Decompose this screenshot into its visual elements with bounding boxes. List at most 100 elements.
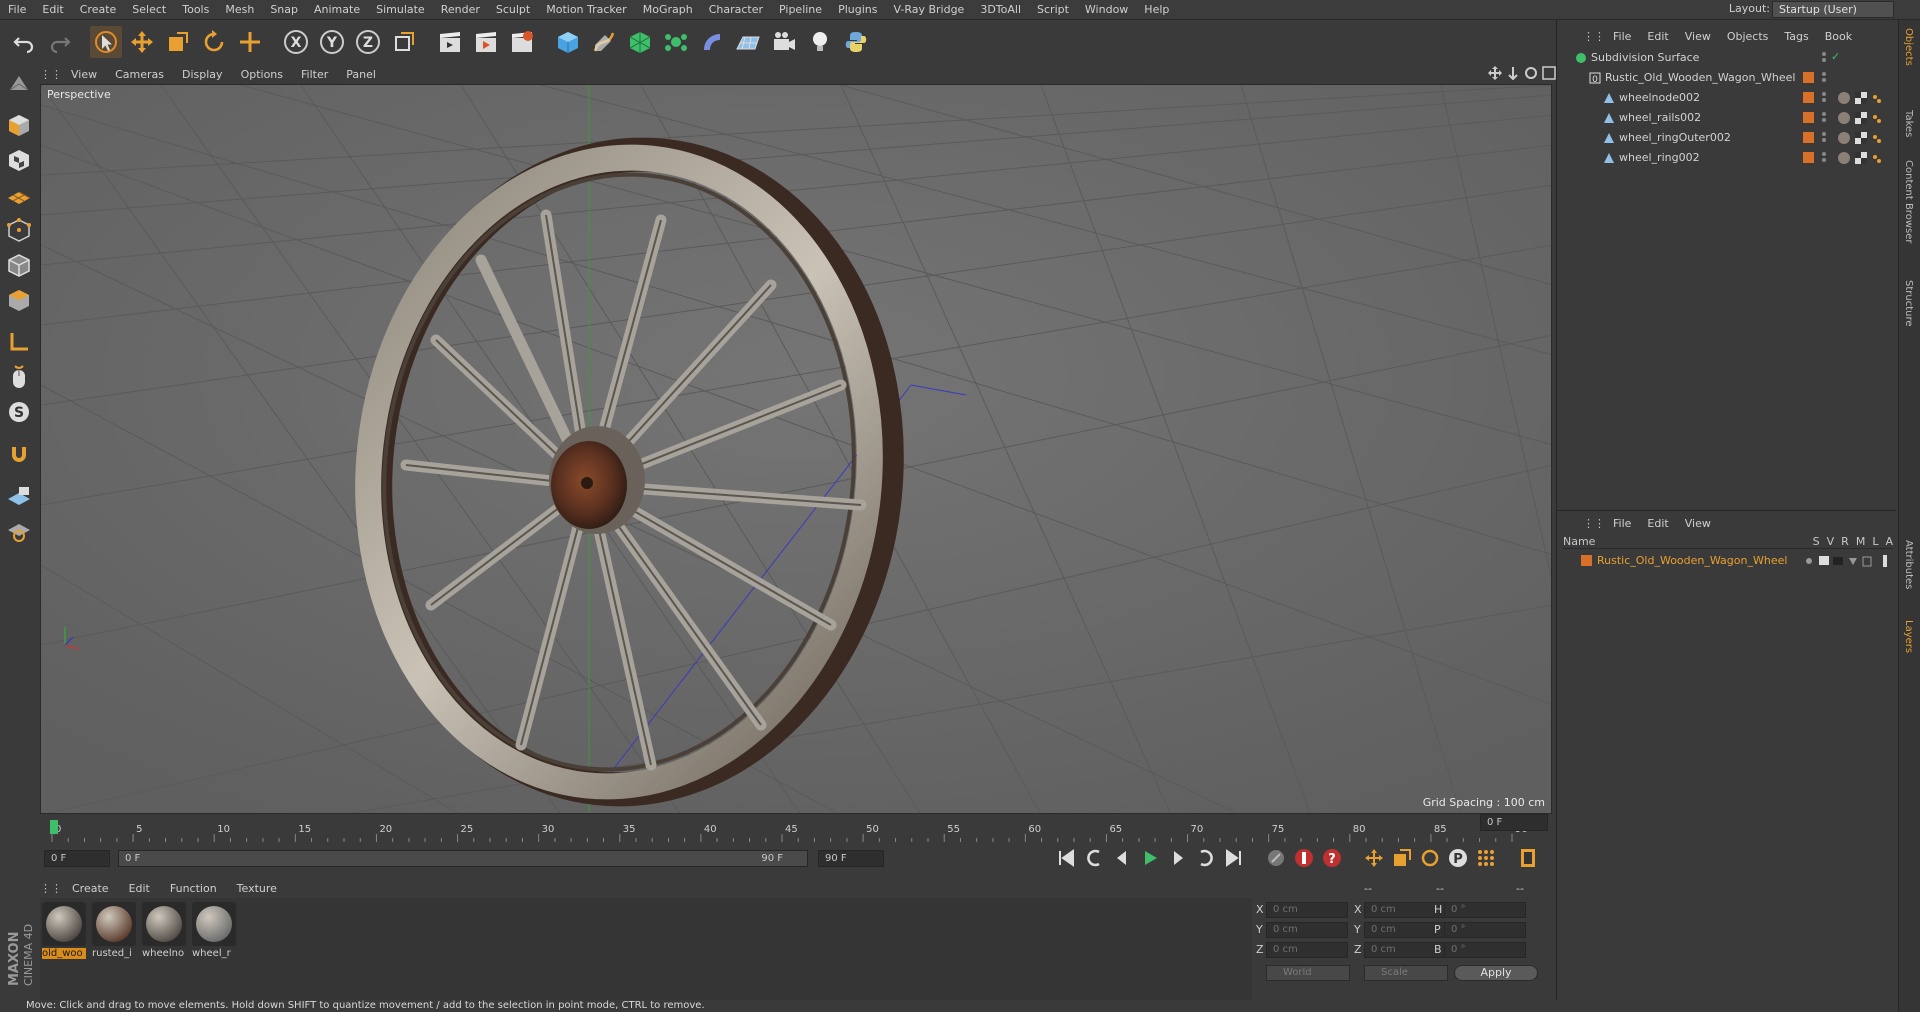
lock-workplane-button[interactable]	[3, 480, 35, 512]
add-generator-button[interactable]	[624, 26, 656, 58]
menu-item-render[interactable]: Render	[433, 3, 488, 16]
viewport-menu-view[interactable]: View	[62, 68, 106, 81]
key-parameter-icon[interactable]: P	[1447, 847, 1469, 869]
layer-color-swatch[interactable]	[1803, 152, 1814, 163]
menu-item-animate[interactable]: Animate	[306, 3, 368, 16]
menu-item-edit[interactable]: Edit	[34, 3, 71, 16]
material-swatch[interactable]: wheelno	[142, 902, 186, 959]
object-menu-edit[interactable]: Edit	[1639, 30, 1676, 43]
current-frame-field[interactable]: 0 F	[44, 850, 110, 867]
object-row[interactable]: Subdivision Surface ✓	[1557, 48, 1897, 68]
pan-icon[interactable]	[1488, 66, 1502, 80]
next-key-icon[interactable]	[1195, 847, 1217, 869]
points-mode-button[interactable]	[3, 214, 35, 246]
menu-item-snap[interactable]: Snap	[262, 3, 306, 16]
object-menu-view[interactable]: View	[1677, 30, 1719, 43]
select-tool-button[interactable]	[90, 26, 122, 58]
viewport-camera-label[interactable]: Perspective	[47, 88, 111, 101]
zoom-icon[interactable]	[1506, 66, 1520, 80]
menu-item-mesh[interactable]: Mesh	[217, 3, 262, 16]
add-floor-button[interactable]	[732, 26, 764, 58]
layout-select[interactable]: Startup (User)	[1772, 1, 1894, 18]
viewport-menu-options[interactable]: Options	[232, 68, 292, 81]
key-position-icon[interactable]	[1363, 847, 1385, 869]
viewport-menu-cameras[interactable]: Cameras	[106, 68, 173, 81]
z-axis-lock-button[interactable]: Z	[352, 26, 384, 58]
side-tab-structure[interactable]: Structure	[1903, 280, 1914, 327]
record-keys-icon[interactable]	[1265, 847, 1287, 869]
axis-mode-button[interactable]	[3, 326, 35, 358]
layer-menu-file[interactable]: File	[1605, 517, 1639, 530]
layer-color-swatch[interactable]	[1803, 92, 1814, 103]
add-light-button[interactable]	[804, 26, 836, 58]
viewport-menu-display[interactable]: Display	[173, 68, 232, 81]
render-picture-viewer-button[interactable]	[470, 26, 502, 58]
next-frame-icon[interactable]	[1167, 847, 1189, 869]
polygons-mode-button[interactable]	[3, 284, 35, 316]
add-cube-button[interactable]	[552, 26, 584, 58]
side-tab-content-browser[interactable]: Content Browser	[1903, 160, 1914, 243]
material-menu-create[interactable]: Create	[62, 882, 119, 895]
side-tab-objects[interactable]: Objects	[1903, 28, 1914, 66]
menu-item-simulate[interactable]: Simulate	[368, 3, 433, 16]
transform-tool-button[interactable]	[234, 26, 266, 58]
orbit-icon[interactable]	[1524, 66, 1538, 80]
layer-flag-icons[interactable]	[1805, 554, 1893, 571]
layer-color-swatch[interactable]	[1803, 132, 1814, 143]
object-row[interactable]: wheelnode002	[1557, 88, 1897, 108]
menu-item-3dtoall[interactable]: 3DToAll	[972, 3, 1029, 16]
menu-item-tools[interactable]: Tools	[174, 3, 217, 16]
coordinate-system-button[interactable]	[388, 26, 420, 58]
side-tab-attributes[interactable]: Attributes	[1903, 540, 1914, 589]
menu-item-create[interactable]: Create	[72, 3, 125, 16]
magnet-button[interactable]	[3, 438, 35, 470]
object-mode-button[interactable]	[3, 109, 35, 141]
menu-item-motion-tracker[interactable]: Motion Tracker	[538, 3, 634, 16]
keyframe-selection-icon[interactable]: ?	[1321, 847, 1343, 869]
coord-value-field[interactable]: 0 cm	[1266, 922, 1348, 938]
perspective-viewport[interactable]: Perspective Grid Spacing : 100 cm	[40, 84, 1552, 814]
key-pla-icon[interactable]	[1475, 847, 1497, 869]
add-array-button[interactable]	[660, 26, 692, 58]
go-to-start-icon[interactable]	[1055, 847, 1077, 869]
key-rotation-icon[interactable]	[1419, 847, 1441, 869]
redo-button[interactable]	[44, 26, 76, 58]
snap-button[interactable]: S	[3, 396, 35, 428]
layer-color-swatch[interactable]	[1803, 112, 1814, 123]
layer-color-swatch[interactable]	[1803, 72, 1814, 83]
menu-item-script[interactable]: Script	[1029, 3, 1077, 16]
model-mode-button[interactable]	[3, 67, 35, 99]
frame-range-slider[interactable]: 0 F 90 F	[118, 850, 808, 867]
key-scale-icon[interactable]	[1391, 847, 1413, 869]
object-menu-tags[interactable]: Tags	[1776, 30, 1816, 43]
menu-item-sculpt[interactable]: Sculpt	[488, 3, 538, 16]
end-frame-field[interactable]: 90 F	[818, 850, 884, 867]
object-row[interactable]: 0 Rustic_Old_Wooden_Wagon_Wheel	[1557, 68, 1897, 88]
python-button[interactable]	[840, 26, 872, 58]
add-deformer-button[interactable]	[696, 26, 728, 58]
coord-value-field[interactable]: 0 °	[1444, 902, 1526, 918]
coordinate-space-dropdown[interactable]: World	[1266, 965, 1350, 981]
autokey-icon[interactable]	[1293, 847, 1315, 869]
add-camera-button[interactable]	[768, 26, 800, 58]
scale-mode-dropdown[interactable]: Scale	[1364, 965, 1448, 981]
render-view-button[interactable]	[434, 26, 466, 58]
visibility-dots-icon[interactable]	[1821, 110, 1827, 127]
menu-item-character[interactable]: Character	[701, 3, 771, 16]
visibility-dots-icon[interactable]	[1821, 90, 1827, 107]
object-menu-objects[interactable]: Objects	[1719, 30, 1777, 43]
scale-tool-button[interactable]	[162, 26, 194, 58]
tweak-mode-button[interactable]	[3, 361, 35, 393]
x-axis-lock-button[interactable]: X	[280, 26, 312, 58]
side-tab-layers[interactable]: Layers	[1903, 620, 1914, 653]
coord-value-field[interactable]: 0 °	[1444, 942, 1526, 958]
object-row[interactable]: wheel_rails002	[1557, 108, 1897, 128]
visibility-dots-icon[interactable]	[1821, 130, 1827, 147]
timeline-window-icon[interactable]	[1517, 847, 1539, 869]
coord-value-field[interactable]: 0 cm	[1266, 902, 1348, 918]
visibility-dots-icon[interactable]	[1821, 150, 1827, 167]
layer-row[interactable]: Rustic_Old_Wooden_Wagon_Wheel	[1557, 551, 1897, 571]
previous-frame-icon[interactable]	[1111, 847, 1133, 869]
layer-menu-view[interactable]: View	[1677, 517, 1719, 530]
material-menu-texture[interactable]: Texture	[227, 882, 287, 895]
